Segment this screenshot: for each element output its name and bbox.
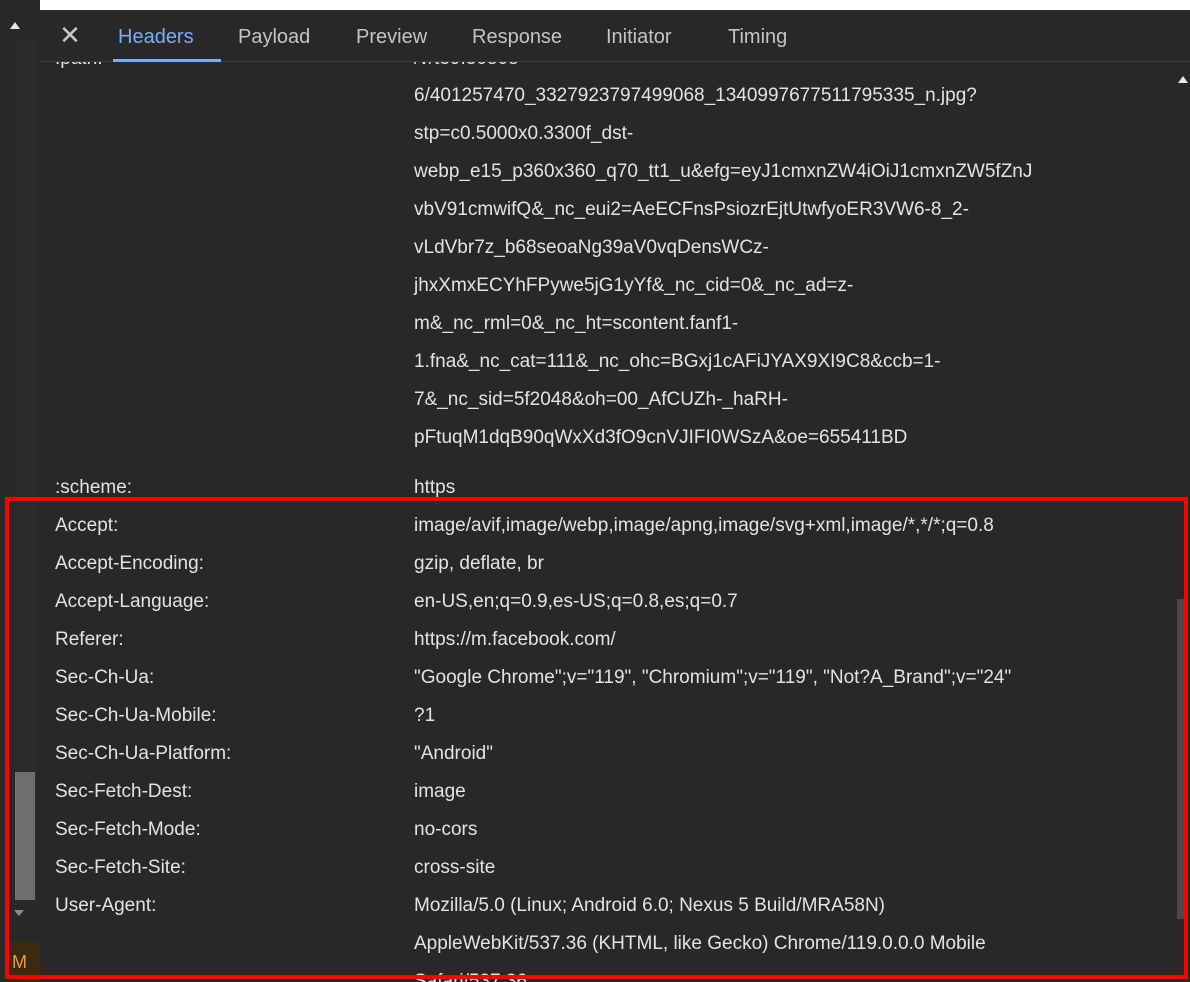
header-value: m&_nc_rml=0&_nc_ht=scontent.fanf1-	[414, 313, 739, 334]
header-value: image/avif,image/webp,image/apng,image/s…	[414, 515, 994, 536]
scrollbar-thumb[interactable]	[1177, 599, 1188, 919]
header-row-accept-encoding: Accept-Encoding: gzip, deflate, br	[40, 545, 1174, 583]
scroll-up-arrow-icon[interactable]	[10, 22, 20, 29]
close-icon[interactable]: ✕	[58, 22, 82, 48]
tab-preview[interactable]: Preview	[356, 26, 427, 56]
header-row-sec-fetch-dest: Sec-Fetch-Dest: image	[40, 773, 1174, 811]
header-key: User-Agent:	[55, 895, 157, 916]
request-headers-list: :path: /v/t39.30808- 6/401257470_3327923…	[40, 62, 1174, 982]
header-key: Accept-Language:	[55, 591, 210, 612]
tab-headers[interactable]: Headers	[118, 26, 194, 56]
header-key: Sec-Ch-Ua-Mobile:	[55, 705, 217, 726]
header-key: Sec-Fetch-Site:	[55, 857, 186, 878]
header-value-line: 6/401257470_3327923797499068_13409976775…	[40, 77, 1174, 115]
header-row-sec-fetch-site: Sec-Fetch-Site: cross-site	[40, 849, 1174, 887]
header-value: 1.fna&_nc_cat=111&_nc_ohc=BGxj1cAFiJYAX9…	[414, 351, 941, 372]
header-key: :scheme:	[55, 477, 133, 498]
header-value: 6/401257470_3327923797499068_13409976775…	[414, 85, 977, 106]
headers-scrollbar[interactable]	[1174, 62, 1190, 982]
header-row-scheme: :scheme: https	[40, 469, 1174, 507]
header-value: vbV91cmwifQ&_nc_eui2=AeECFnsPsiozrEjtUtw…	[414, 199, 969, 220]
tab-response[interactable]: Response	[472, 26, 562, 56]
header-value: vLdVbr7z_b68seoaNg39aV0vqDensWCz-	[414, 237, 769, 258]
header-value-line: 7&_nc_sid=5f2048&oh=00_AfCUZh-_haRH-	[40, 381, 1174, 419]
devtools-window: M ✕ Headers Payload Preview Response Ini…	[0, 0, 1190, 982]
header-value-line: AppleWebKit/537.36 (KHTML, like Gecko) C…	[40, 925, 1174, 963]
header-value: Mozilla/5.0 (Linux; Android 6.0; Nexus 5…	[414, 895, 886, 916]
header-value: https://m.facebook.com/	[414, 629, 616, 650]
request-details-panel: ✕ Headers Payload Preview Response Initi…	[40, 10, 1190, 982]
header-value: stp=c0.5000x0.3300f_dst-	[414, 123, 634, 144]
header-key: Sec-Ch-Ua-Platform:	[55, 743, 232, 764]
header-value-line: pFtuqM1dqB90qWxXd3fO9cnVJIFI0WSzA&oe=655…	[40, 419, 1174, 457]
outer-scrollbar[interactable]: M	[0, 0, 40, 982]
header-key: Accept-Encoding:	[55, 553, 204, 574]
scroll-up-arrow-icon[interactable]	[1178, 76, 1188, 83]
header-value-line: vLdVbr7z_b68seoaNg39aV0vqDensWCz-	[40, 229, 1174, 267]
header-row-sec-ch-ua: Sec-Ch-Ua: "Google Chrome";v="119", "Chr…	[40, 659, 1174, 697]
header-row-path: :path: /v/t39.30808-	[40, 62, 1174, 78]
scroll-down-arrow-icon[interactable]	[14, 910, 24, 916]
header-value: pFtuqM1dqB90qWxXd3fO9cnVJIFI0WSzA&oe=655…	[414, 427, 908, 448]
header-value: jhxXmxECYhFPywe5jG1yYf&_nc_cid=0&_nc_ad=…	[414, 275, 854, 296]
header-value: en-US,en;q=0.9,es-US;q=0.8,es;q=0.7	[414, 591, 738, 612]
header-value: ?1	[414, 705, 436, 726]
header-value: https	[414, 477, 456, 498]
header-row-sec-ch-ua-platform: Sec-Ch-Ua-Platform: "Android"	[40, 735, 1174, 773]
scrollbar-thumb[interactable]	[15, 772, 35, 900]
tab-timing[interactable]: Timing	[728, 26, 787, 56]
header-value-line: jhxXmxECYhFPywe5jG1yYf&_nc_cid=0&_nc_ad=…	[40, 267, 1174, 305]
header-value: /v/t39.30808-	[414, 62, 525, 78]
header-row-referer: Referer: https://m.facebook.com/	[40, 621, 1174, 659]
header-key: Sec-Fetch-Dest:	[55, 781, 193, 802]
header-value: webp_e15_p360x360_q70_tt1_u&efg=eyJ1cmxn…	[414, 161, 1033, 182]
details-tab-bar: ✕ Headers Payload Preview Response Initi…	[40, 10, 1190, 62]
header-value-line: stp=c0.5000x0.3300f_dst-	[40, 115, 1174, 153]
header-value: 7&_nc_sid=5f2048&oh=00_AfCUZh-_haRH-	[414, 389, 788, 410]
header-value-line: m&_nc_rml=0&_nc_ht=scontent.fanf1-	[40, 305, 1174, 343]
header-value: image	[414, 781, 466, 802]
header-row-user-agent: User-Agent: Mozilla/5.0 (Linux; Android …	[40, 887, 1174, 925]
header-key: Referer:	[55, 629, 124, 650]
header-value: gzip, deflate, br	[414, 553, 544, 574]
header-row-sec-fetch-mode: Sec-Fetch-Mode: no-cors	[40, 811, 1174, 849]
header-row-sec-ch-ua-mobile: Sec-Ch-Ua-Mobile: ?1	[40, 697, 1174, 735]
header-value: no-cors	[414, 819, 478, 840]
header-row-accept-language: Accept-Language: en-US,en;q=0.9,es-US;q=…	[40, 583, 1174, 621]
header-value-line: webp_e15_p360x360_q70_tt1_u&efg=eyJ1cmxn…	[40, 153, 1174, 191]
console-drawer-tab[interactable]: M	[8, 942, 40, 982]
header-row-accept: Accept: image/avif,image/webp,image/apng…	[40, 507, 1174, 545]
header-key: Accept:	[55, 515, 119, 536]
header-value-line: vbV91cmwifQ&_nc_eui2=AeECFnsPsiozrEjtUtw…	[40, 191, 1174, 229]
header-value-line: Safari/537.36	[40, 963, 1174, 982]
header-value-line: 1.fna&_nc_cat=111&_nc_ohc=BGxj1cAFiJYAX9…	[40, 343, 1174, 381]
header-value: "Android"	[414, 743, 493, 764]
header-key: Sec-Fetch-Mode:	[55, 819, 201, 840]
header-value: "Google Chrome";v="119", "Chromium";v="1…	[414, 667, 1012, 688]
header-key: Sec-Ch-Ua:	[55, 667, 155, 688]
header-value: cross-site	[414, 857, 496, 878]
header-value: Safari/537.36	[414, 971, 528, 982]
tab-initiator[interactable]: Initiator	[606, 26, 672, 56]
header-key: :path:	[55, 62, 103, 78]
tab-payload[interactable]: Payload	[238, 26, 310, 56]
header-value: AppleWebKit/537.36 (KHTML, like Gecko) C…	[414, 933, 986, 954]
